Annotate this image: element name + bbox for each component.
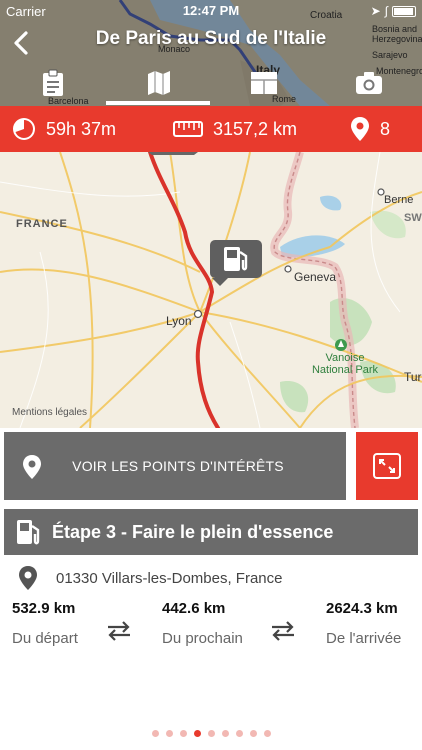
fuel-pump-icon xyxy=(17,520,40,545)
map-label-switzerland: SW xyxy=(404,212,422,224)
points-of-interest-label: VOIR LES POINTS D'INTÉRÊTS xyxy=(72,458,284,474)
page-dot[interactable] xyxy=(207,730,215,737)
step-title: Étape 3 - Faire le plein d'essence xyxy=(52,521,334,542)
tab-bar xyxy=(0,60,422,106)
status-bar: Carrier 12:47 PM ➤ ∫ xyxy=(0,0,422,22)
status-time: 12:47 PM xyxy=(182,3,240,18)
step-address: 01330 Villars-les-Dombes, France xyxy=(18,565,408,591)
page-dot[interactable] xyxy=(151,730,159,737)
route-map[interactable]: FRANCE Lyon Geneva Berne SW Vanoise Nati… xyxy=(0,152,422,428)
clipboard-icon xyxy=(42,69,63,96)
header: Croatia Bosnia and Herzegovina Sarajevo … xyxy=(0,0,422,106)
location-arrow-icon: ➤ xyxy=(370,4,381,18)
status-right: ➤ ∫ xyxy=(371,4,416,18)
map-icon xyxy=(147,71,170,95)
location-pin-icon xyxy=(23,455,41,479)
stops-stat: 8 xyxy=(350,106,390,152)
map-label-turin: Tur xyxy=(404,370,422,384)
trip-stats-bar: 59h 37m 3157,2 km 8 xyxy=(0,106,422,152)
tab-layout[interactable] xyxy=(211,60,316,106)
layout-icon xyxy=(250,72,277,94)
map-label-sarajevo: Sarajevo xyxy=(372,50,408,60)
distance-from-start-value: 532.9 km xyxy=(12,600,76,617)
distance-to-end-label: De l'arrivée xyxy=(326,630,402,647)
active-tab-indicator xyxy=(106,101,210,105)
bluetooth-icon: ∫ xyxy=(384,4,388,18)
battery-icon xyxy=(392,5,416,17)
points-of-interest-button[interactable]: VOIR LES POINTS D'INTÉRÊTS xyxy=(4,432,346,500)
fuel-station-marker[interactable] xyxy=(210,240,262,286)
page-dot[interactable] xyxy=(193,730,201,737)
page-dot[interactable] xyxy=(263,730,271,737)
page-dot[interactable] xyxy=(221,730,229,737)
distance-to-next-value: 442.6 km xyxy=(162,600,226,617)
distance-to-next-label: Du prochain xyxy=(162,630,243,647)
swap-arrows-icon xyxy=(108,621,130,641)
fullscreen-map-button[interactable] xyxy=(356,432,418,500)
distance-value: 3157,2 km xyxy=(213,118,298,139)
address-text: 01330 Villars-les-Dombes, France xyxy=(56,569,283,587)
expand-icon xyxy=(373,453,401,479)
page-dot[interactable] xyxy=(165,730,173,737)
tab-map[interactable] xyxy=(106,60,211,106)
map-label-berne: Berne xyxy=(384,194,414,206)
duration-stat: 59h 37m xyxy=(12,106,116,152)
page-title: De Paris au Sud de l'Italie xyxy=(95,28,327,49)
legal-mentions-link[interactable]: Mentions légales xyxy=(12,407,87,418)
map-label-vanoise: Vanoise National Park xyxy=(311,352,379,376)
map-canvas xyxy=(0,152,422,428)
tab-itinerary[interactable] xyxy=(0,60,105,106)
swap-arrows-icon xyxy=(272,621,294,641)
location-pin-icon xyxy=(19,566,37,590)
page-indicator[interactable] xyxy=(0,730,422,737)
clock-icon xyxy=(13,118,35,140)
map-label-lyon: Lyon xyxy=(166,314,192,328)
page-dot[interactable] xyxy=(249,730,257,737)
map-label-france: FRANCE xyxy=(16,218,68,230)
camera-icon xyxy=(355,72,382,94)
page-dot[interactable] xyxy=(179,730,187,737)
map-label-geneva: Geneva xyxy=(294,270,337,284)
distance-from-start-label: Du départ xyxy=(12,630,78,647)
page-dot[interactable] xyxy=(235,730,243,737)
distance-to-end-value: 2624.3 km xyxy=(326,600,398,617)
stops-value: 8 xyxy=(380,118,391,139)
location-pin-icon xyxy=(351,117,369,141)
duration-value: 59h 37m xyxy=(46,118,117,139)
tab-photos[interactable] xyxy=(316,60,421,106)
fuel-marker-icon xyxy=(210,240,262,286)
ruler-icon xyxy=(173,121,203,137)
distance-stat: 3157,2 km xyxy=(173,106,297,152)
step-header: Étape 3 - Faire le plein d'essence xyxy=(4,509,418,555)
